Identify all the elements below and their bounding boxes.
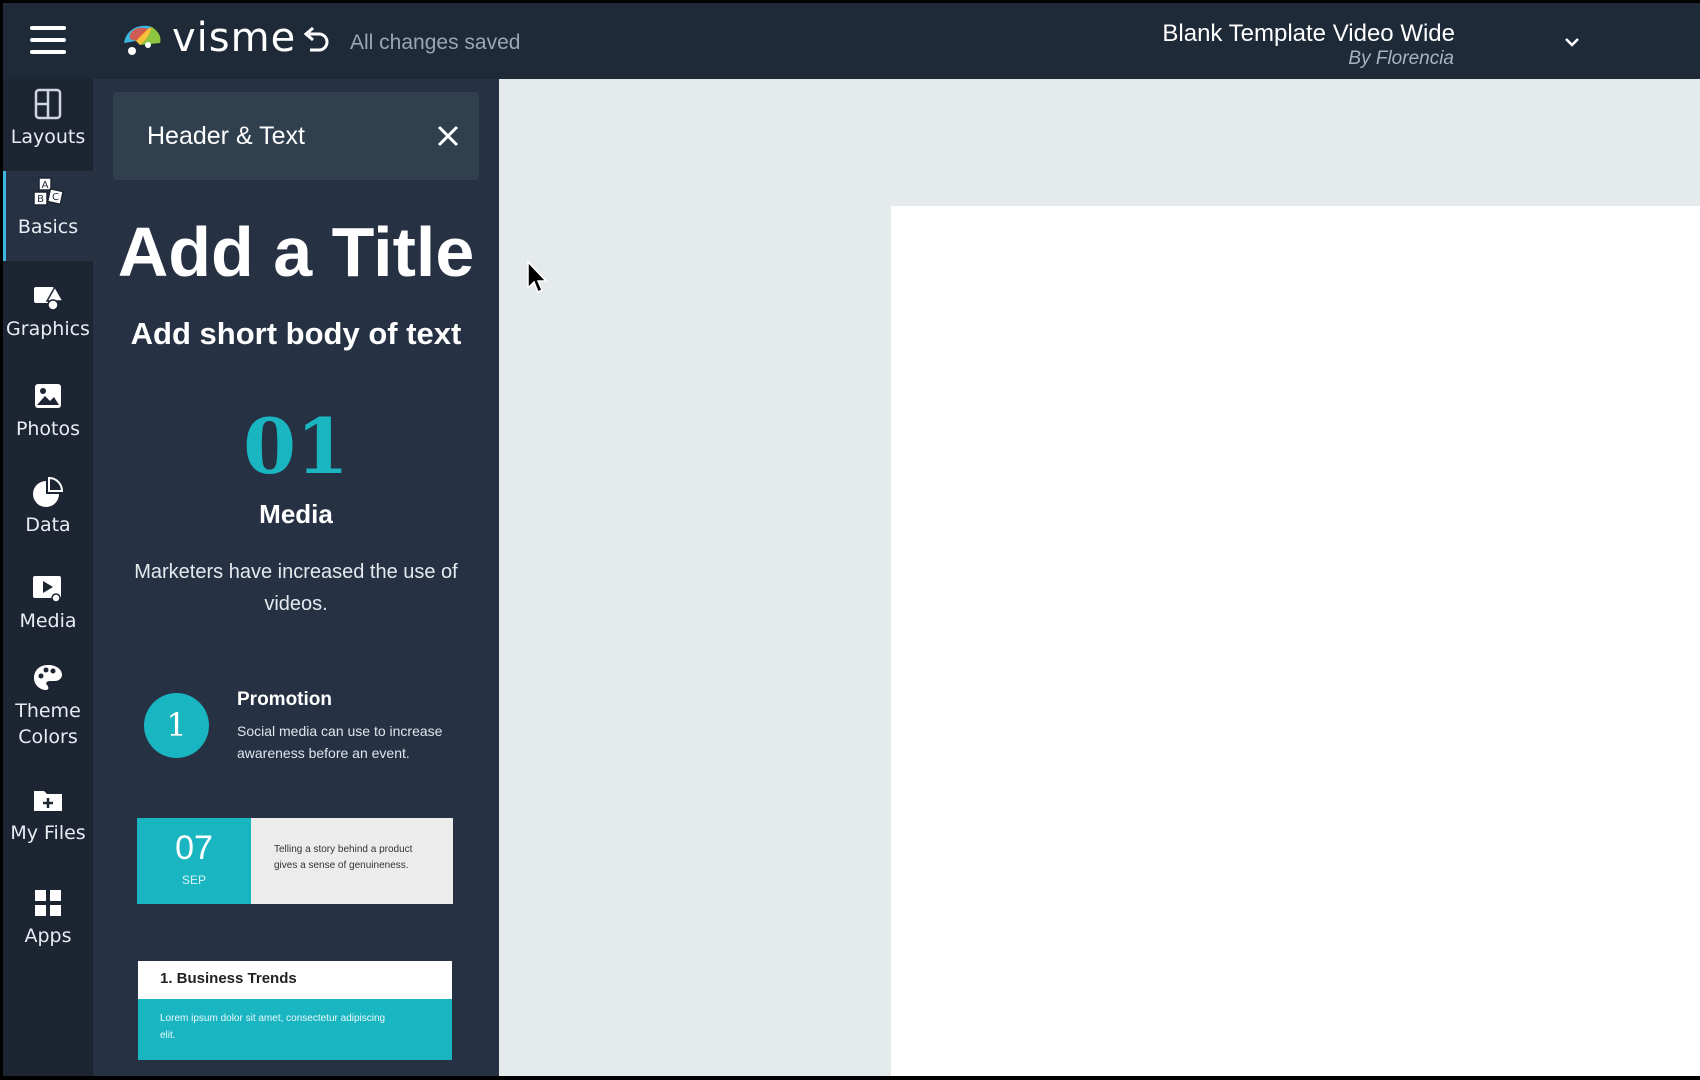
nav-label-media: Media bbox=[19, 610, 77, 632]
nav-label-my-files: My Files bbox=[10, 822, 86, 844]
nav-item-basics[interactable]: A B C Basics bbox=[3, 171, 93, 261]
nav-item-photos[interactable]: Photos bbox=[3, 375, 93, 465]
date-preset-text: Telling a story behind a product gives a… bbox=[274, 844, 413, 871]
nav-item-media[interactable]: Media bbox=[3, 567, 93, 657]
nav-label-graphics: Graphics bbox=[6, 318, 90, 340]
body-text-preset[interactable]: Add short body of text bbox=[93, 316, 499, 352]
business-trends-band: Lorem ipsum dolor sit amet, consectetur … bbox=[138, 999, 452, 1060]
business-trends-preset[interactable]: 1. Business Trends Lorem ipsum dolor sit… bbox=[138, 961, 452, 1060]
date-box: 07 SEP bbox=[137, 818, 251, 904]
save-status: All changes saved bbox=[350, 31, 521, 54]
document-title[interactable]: Blank Template Video Wide bbox=[1162, 20, 1455, 48]
media-icon bbox=[33, 576, 61, 603]
business-trends-title: 1. Business Trends bbox=[160, 970, 297, 987]
pie-chart-icon bbox=[33, 476, 64, 507]
date-month: SEP bbox=[181, 873, 206, 887]
folder-add-icon bbox=[34, 791, 62, 811]
panel-title: Header & Text bbox=[147, 122, 305, 150]
nav-label-photos: Photos bbox=[15, 418, 81, 440]
svg-text:C: C bbox=[52, 192, 59, 203]
apps-grid-icon bbox=[35, 890, 61, 916]
left-nav-rail: Layouts A B C Basics Graphics Photos Dat… bbox=[3, 79, 93, 1076]
panel-header: Header & Text bbox=[113, 92, 479, 180]
chevron-down-icon[interactable] bbox=[1563, 35, 1581, 49]
nav-item-layouts[interactable]: Layouts bbox=[3, 83, 93, 173]
visme-logo-text: visme bbox=[172, 15, 297, 61]
header-text-panel: Header & Text Add a Title Add short body… bbox=[93, 79, 499, 1076]
date-text-preset[interactable]: 07 SEP Telling a story behind a product … bbox=[137, 818, 453, 904]
number-block-number[interactable]: 01 bbox=[93, 402, 499, 491]
visme-logo-icon bbox=[124, 25, 161, 55]
date-day: 07 bbox=[175, 829, 213, 867]
nav-item-data[interactable]: Data bbox=[3, 471, 93, 561]
nav-label-apps: Apps bbox=[24, 925, 72, 947]
nav-label-theme-colors: Theme Colors bbox=[15, 700, 81, 748]
svg-text:A: A bbox=[42, 180, 49, 191]
nav-item-theme-colors[interactable]: Theme Colors bbox=[3, 657, 93, 767]
svg-text:B: B bbox=[37, 194, 44, 205]
business-trends-text: Lorem ipsum dolor sit amet, consectetur … bbox=[160, 1013, 386, 1041]
layouts-icon bbox=[34, 88, 62, 120]
photos-icon bbox=[35, 384, 61, 408]
close-icon[interactable] bbox=[435, 123, 461, 149]
nav-item-graphics[interactable]: Graphics bbox=[3, 275, 93, 365]
hamburger-menu-icon[interactable] bbox=[30, 26, 66, 54]
graphics-icon bbox=[34, 285, 65, 311]
mouse-cursor-icon bbox=[527, 260, 548, 294]
top-bar: visme All changes saved Blank Template V… bbox=[3, 3, 1700, 79]
palette-icon bbox=[34, 665, 62, 690]
slide-canvas[interactable] bbox=[891, 206, 1700, 1076]
promo-title[interactable]: Promotion bbox=[237, 689, 332, 711]
nav-item-my-files[interactable]: My Files bbox=[3, 779, 93, 869]
number-block-title[interactable]: Media bbox=[93, 499, 499, 530]
number-block-text[interactable]: Marketers have increased the use of vide… bbox=[133, 556, 459, 620]
nav-label-basics: Basics bbox=[17, 216, 79, 238]
title-text-preset[interactable]: Add a Title bbox=[93, 212, 499, 292]
document-author: By Florencia bbox=[1348, 48, 1454, 69]
promo-text[interactable]: Social media can use to increase awarene… bbox=[237, 720, 467, 764]
basics-blocks-icon: A B C bbox=[33, 177, 64, 206]
nav-label-layouts: Layouts bbox=[10, 126, 86, 148]
promo-number-circle[interactable]: 1 bbox=[144, 693, 209, 758]
nav-label-data: Data bbox=[25, 514, 71, 536]
undo-icon[interactable] bbox=[301, 25, 331, 55]
nav-item-apps[interactable]: Apps bbox=[3, 882, 93, 972]
